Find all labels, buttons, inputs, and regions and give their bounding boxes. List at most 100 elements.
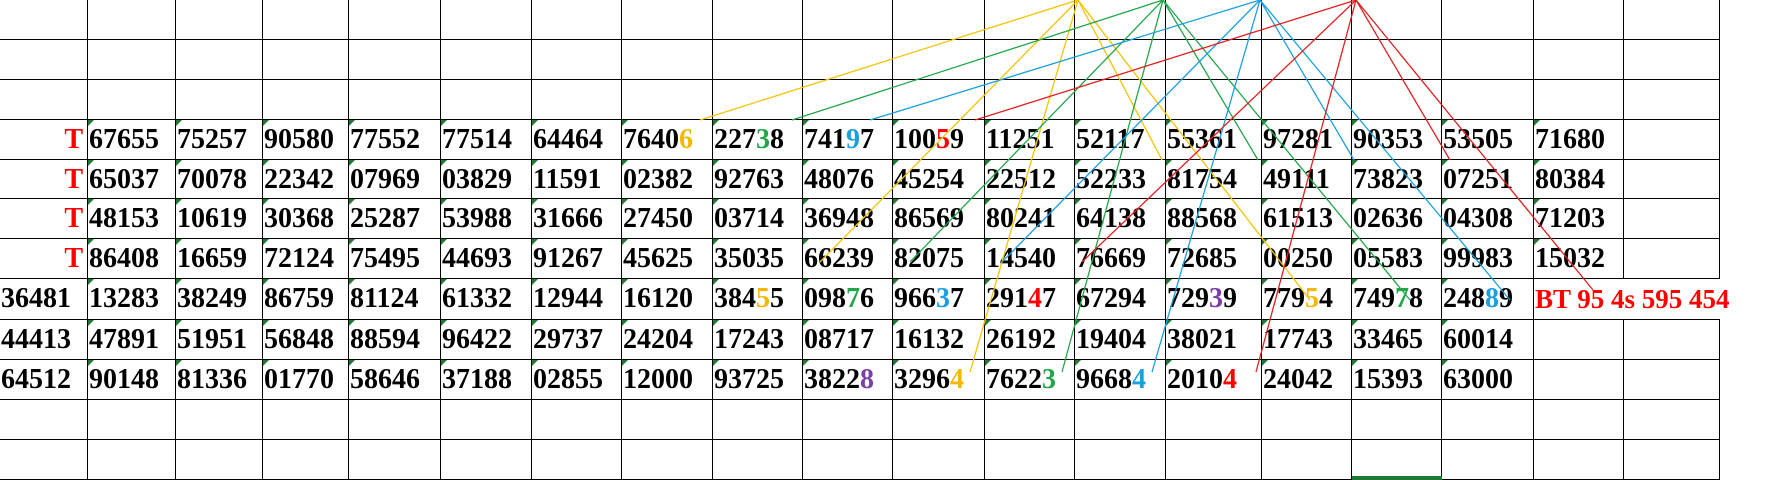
cell-empty[interactable] — [88, 400, 176, 440]
table-cell[interactable]: 81124 — [349, 279, 441, 320]
cell-empty[interactable] — [893, 0, 985, 40]
table-cell[interactable]: 17743 — [1262, 320, 1352, 360]
cell-empty[interactable] — [803, 40, 893, 80]
cell-empty[interactable] — [713, 0, 803, 40]
cell-empty[interactable] — [349, 80, 441, 120]
table-cell[interactable]: 48153 — [88, 199, 176, 239]
cell-empty[interactable] — [985, 400, 1075, 440]
table-cell[interactable]: 72685 — [1166, 239, 1262, 279]
table-cell[interactable]: 77954 — [1262, 279, 1352, 320]
table-cell[interactable]: 75257 — [176, 120, 263, 160]
table-cell[interactable]: 65037 — [88, 160, 176, 199]
cell-empty[interactable] — [1624, 400, 1720, 440]
cell-empty[interactable] — [532, 0, 622, 40]
cell-empty[interactable] — [0, 440, 88, 480]
table-cell[interactable]: 61332 — [441, 279, 532, 320]
table-cell[interactable]: 64138 — [1075, 199, 1166, 239]
cell-empty[interactable] — [622, 0, 713, 40]
cell-empty[interactable] — [263, 0, 349, 40]
cell-empty[interactable] — [1262, 40, 1352, 80]
table-cell[interactable]: 76669 — [1075, 239, 1166, 279]
table-cell[interactable]: 01770 — [263, 360, 349, 400]
cell-empty[interactable] — [0, 0, 88, 40]
cell-empty[interactable] — [441, 80, 532, 120]
row-marker-cell[interactable]: T — [0, 120, 88, 160]
table-cell[interactable]: 36948 — [803, 199, 893, 239]
table-cell[interactable]: 14540 — [985, 239, 1075, 279]
table-cell[interactable]: 09876 — [803, 279, 893, 320]
table-cell[interactable]: 15393 — [1352, 360, 1442, 400]
cell-empty[interactable] — [1534, 320, 1624, 360]
table-cell[interactable]: 52233 — [1075, 160, 1166, 199]
cell-empty[interactable] — [1624, 440, 1720, 480]
cell-empty[interactable] — [1534, 360, 1624, 400]
table-cell[interactable]: 70078 — [176, 160, 263, 199]
table-cell[interactable]: 29737 — [532, 320, 622, 360]
cell-empty[interactable] — [1262, 80, 1352, 120]
table-cell[interactable]: 45625 — [622, 239, 713, 279]
cell-empty[interactable] — [803, 0, 893, 40]
table-cell[interactable]: 36481 — [0, 279, 88, 320]
cell-empty[interactable] — [1442, 80, 1534, 120]
cell-empty[interactable] — [1624, 120, 1720, 160]
cell-empty[interactable] — [1352, 440, 1442, 480]
cell-empty[interactable] — [893, 440, 985, 480]
table-cell[interactable]: 29147 — [985, 279, 1075, 320]
table-cell[interactable]: 26192 — [985, 320, 1075, 360]
cell-empty[interactable] — [1166, 40, 1262, 80]
table-cell[interactable]: 99983 — [1442, 239, 1534, 279]
table-cell[interactable]: 22738 — [713, 120, 803, 160]
cell-empty[interactable] — [1534, 400, 1624, 440]
cell-empty[interactable] — [0, 40, 88, 80]
table-cell[interactable]: 76223 — [985, 360, 1075, 400]
table-cell[interactable]: 08717 — [803, 320, 893, 360]
table-cell[interactable]: 96422 — [441, 320, 532, 360]
cell-empty[interactable] — [1442, 440, 1534, 480]
cell-empty[interactable] — [176, 0, 263, 40]
table-cell[interactable]: 53988 — [441, 199, 532, 239]
cell-empty[interactable] — [176, 440, 263, 480]
cell-empty[interactable] — [1624, 0, 1720, 40]
cell-empty[interactable] — [1534, 40, 1624, 80]
cell-empty[interactable] — [532, 80, 622, 120]
cell-empty[interactable] — [803, 440, 893, 480]
table-cell[interactable]: 75495 — [349, 239, 441, 279]
cell-empty[interactable] — [1624, 160, 1720, 199]
cell-empty[interactable] — [893, 40, 985, 80]
cell-empty[interactable] — [88, 0, 176, 40]
table-cell[interactable]: 81754 — [1166, 160, 1262, 199]
row-marker-cell[interactable]: T — [0, 239, 88, 279]
cell-empty[interactable] — [0, 80, 88, 120]
table-cell[interactable]: 22512 — [985, 160, 1075, 199]
table-cell[interactable]: 33465 — [1352, 320, 1442, 360]
cell-empty[interactable] — [622, 440, 713, 480]
cell-empty[interactable] — [985, 0, 1075, 40]
cell-empty[interactable] — [1262, 400, 1352, 440]
cell-empty[interactable] — [176, 400, 263, 440]
cell-empty[interactable] — [349, 400, 441, 440]
table-cell[interactable]: 77552 — [349, 120, 441, 160]
table-cell[interactable]: 76406 — [622, 120, 713, 160]
table-cell[interactable]: 81336 — [176, 360, 263, 400]
cell-empty[interactable] — [985, 80, 1075, 120]
cell-empty[interactable] — [803, 80, 893, 120]
table-cell[interactable]: 48076 — [803, 160, 893, 199]
table-cell[interactable]: 44413 — [0, 320, 88, 360]
table-cell[interactable]: 16132 — [893, 320, 985, 360]
cell-empty[interactable] — [349, 40, 441, 80]
cell-empty[interactable] — [88, 440, 176, 480]
cell-empty[interactable] — [713, 440, 803, 480]
table-cell[interactable]: 12000 — [622, 360, 713, 400]
table-cell[interactable]: 80241 — [985, 199, 1075, 239]
table-cell[interactable]: 80384 — [1534, 160, 1624, 199]
table-cell[interactable]: 03714 — [713, 199, 803, 239]
cell-empty[interactable] — [176, 40, 263, 80]
table-cell[interactable]: 72124 — [263, 239, 349, 279]
table-cell[interactable]: 05583 — [1352, 239, 1442, 279]
cell-empty[interactable] — [1352, 400, 1442, 440]
table-cell[interactable]: 16120 — [622, 279, 713, 320]
table-cell[interactable]: 10059 — [893, 120, 985, 160]
table-cell[interactable]: 71680 — [1534, 120, 1624, 160]
cell-empty[interactable] — [1075, 440, 1166, 480]
table-cell[interactable]: 13283 — [88, 279, 176, 320]
